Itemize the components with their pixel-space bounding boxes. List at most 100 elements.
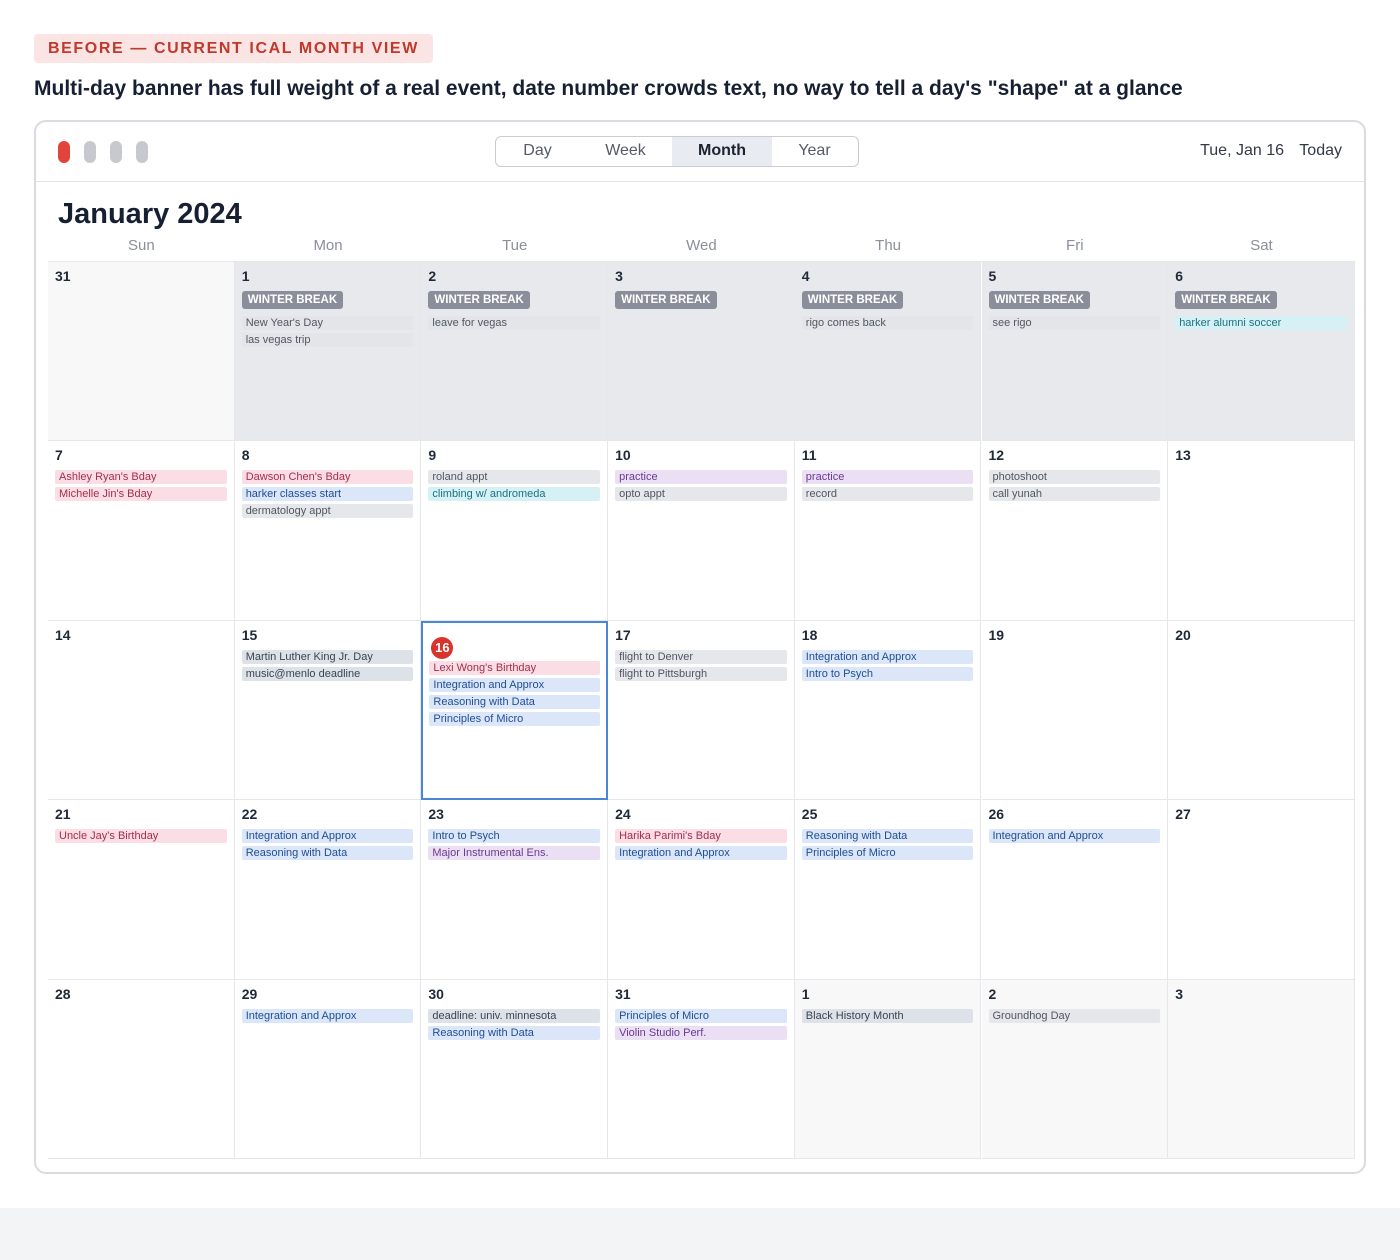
multi-day-banner[interactable]: WINTER BREAK [241,291,344,309]
event-chip[interactable]: dermatology appt [241,504,414,519]
event-chip[interactable]: Martin Luther King Jr. Day [241,649,414,664]
event-chip[interactable]: Integration and Approx [615,846,787,861]
day-cell[interactable]: 3 WINTER BREAK [608,262,795,442]
event-chip[interactable]: flight to Denver [615,649,787,664]
day-cell[interactable]: 22 Integration and Approx Reasoning with D… [234,800,422,980]
event-chip[interactable]: practice [801,470,974,485]
day-cell[interactable]: 17 flight to Denver flight to Pittsburgh [608,620,795,801]
day-cell[interactable]: 8 Dawson Chen's Bday harker classes start d… [234,441,422,621]
day-number: 11 [801,447,817,464]
event-chip[interactable]: Dawson Chen's Bday [241,470,414,485]
view-day-tab[interactable]: Day [496,137,579,166]
event-chip[interactable]: practice [615,470,787,485]
day-cell[interactable]: 23 Intro to Psych Major Instrumental Ens. [421,800,609,980]
multi-day-banner[interactable]: WINTER BREAK [1175,291,1277,309]
event-chip[interactable]: Integration and Approx [241,829,414,844]
day-cell[interactable]: 1 Black History Month [794,979,982,1159]
event-chip[interactable]: deadline: univ. minnesota [428,1008,601,1023]
day-cell[interactable]: 31 [48,262,235,442]
event-chip[interactable]: Black History Month [801,1008,974,1023]
day-cell[interactable]: 16 Lexi Wong's Birthday Integration and Ap… [421,620,609,801]
event-chip[interactable]: photoshoot [988,470,1161,485]
day-cell[interactable]: 19 [981,620,1169,801]
event-chip[interactable]: Reasoning with Data [801,829,974,844]
view-month-tab[interactable]: Month [672,137,772,166]
event-chip[interactable]: leave for vegas [428,316,601,330]
event-list: Dawson Chen's Bday harker classes start de… [241,470,414,521]
day-cell[interactable]: 10 practice opto appt [608,441,795,621]
multi-day-banner[interactable]: WINTER BREAK [988,291,1090,309]
event-chip[interactable]: Reasoning with Data [241,846,414,861]
day-cell[interactable]: 7 Ashley Ryan's Bday Michelle Jin's Bday [48,441,235,621]
close-window-icon[interactable] [58,141,70,163]
event-chip[interactable]: Lexi Wong's Birthday [429,660,601,675]
day-cell[interactable]: 26 Integration and Approx [981,800,1169,980]
event-chip[interactable]: Major Instrumental Ens. [428,846,601,861]
event-chip[interactable]: Ashley Ryan's Bday [55,470,227,485]
event-chip[interactable]: roland appt [428,470,601,485]
day-cell[interactable]: 27 [1168,800,1355,980]
day-cell[interactable]: 2 WINTER BREAK leave for vegas [421,262,609,442]
event-chip[interactable]: las vegas trip [241,333,414,347]
today-button[interactable]: Today [1299,142,1342,160]
event-chip[interactable]: see rigo [988,316,1161,330]
event-chip[interactable]: music@menlo deadline [241,666,414,681]
view-week-tab[interactable]: Week [579,137,672,166]
day-cell[interactable]: 29 Integration and Approx [234,979,422,1159]
day-cell[interactable]: 1 WINTER BREAK New Year's Day las vegas tri… [234,262,422,442]
event-chip[interactable]: climbing w/ andromeda [428,487,601,502]
zoom-window-icon[interactable] [110,141,122,163]
event-chip[interactable]: harker classes start [241,487,414,502]
day-cell[interactable]: 14 [48,620,235,801]
event-chip[interactable]: Uncle Jay's Birthday [55,829,227,844]
day-cell[interactable]: 2 Groundhog Day [981,979,1169,1159]
event-chip[interactable]: Principles of Micro [615,1008,787,1023]
day-cell[interactable]: 15 Martin Luther King Jr. Day music@menlo … [234,620,422,801]
day-cell[interactable]: 13 [1168,441,1355,621]
event-chip[interactable]: Intro to Psych [428,829,601,844]
event-chip[interactable]: flight to Pittsburgh [615,666,787,681]
view-year-tab[interactable]: Year [772,137,857,166]
day-cell[interactable]: 31 Principles of Micro Violin Studio Perf. [608,979,795,1159]
event-chip[interactable]: Reasoning with Data [428,1025,601,1040]
event-chip[interactable]: Principles of Micro [801,846,974,861]
day-cell[interactable]: 9 roland appt climbing w/ andromeda [421,441,609,621]
day-cell[interactable]: 3 [1168,979,1355,1159]
day-cell[interactable]: 18 Integration and Approx Intro to Psych [794,620,982,801]
multi-day-banner[interactable]: WINTER BREAK [428,291,530,309]
event-chip[interactable]: New Year's Day [241,316,414,330]
event-chip[interactable]: Groundhog Day [988,1008,1161,1023]
event-chip[interactable]: Reasoning with Data [429,694,601,709]
day-cell[interactable]: 25 Reasoning with Data Principles of Micro [794,800,982,980]
event-chip[interactable]: Integration and Approx [801,649,974,664]
day-number: 26 [988,806,1005,823]
day-cell[interactable]: 28 [48,979,235,1159]
event-chip[interactable]: Integration and Approx [241,1008,414,1023]
event-chip[interactable]: Principles of Micro [429,711,601,726]
day-cell[interactable]: 30 deadline: univ. minnesota Reasoning wit… [421,979,609,1159]
event-chip[interactable]: Michelle Jin's Bday [55,487,227,502]
day-cell[interactable]: 12 photoshoot call yunah [981,441,1169,621]
event-chip[interactable]: harker alumni soccer [1175,316,1347,330]
day-cell[interactable]: 6 WINTER BREAK harker alumni soccer [1168,262,1355,442]
day-cell[interactable]: 20 [1168,620,1355,801]
event-chip[interactable]: Integration and Approx [429,677,601,692]
day-cell[interactable]: 11 practice record [794,441,982,621]
event-chip[interactable]: rigo comes back [801,316,974,330]
multi-day-banner[interactable]: WINTER BREAK [615,291,717,309]
toolbar: Day Week Month Year Tue, Jan 16 Today [36,122,1364,182]
event-chip[interactable]: opto appt [615,487,787,502]
event-chip[interactable]: Integration and Approx [988,829,1161,844]
event-chip[interactable]: record [801,487,974,502]
minimize-window-icon[interactable] [84,141,96,163]
event-chip[interactable]: Intro to Psych [801,666,974,681]
event-chip[interactable]: call yunah [988,487,1161,502]
day-cell[interactable]: 5 WINTER BREAK see rigo [981,262,1169,442]
day-cell[interactable]: 4 WINTER BREAK rigo comes back [794,262,982,442]
sidebar-toggle-icon[interactable] [136,141,148,163]
event-chip[interactable]: Harika Parimi's Bday [615,829,787,844]
day-cell[interactable]: 24 Harika Parimi's Bday Integration and Ap… [608,800,795,980]
day-cell[interactable]: 21 Uncle Jay's Birthday [48,800,235,980]
event-chip[interactable]: Violin Studio Perf. [615,1025,787,1040]
multi-day-banner[interactable]: WINTER BREAK [801,291,904,309]
